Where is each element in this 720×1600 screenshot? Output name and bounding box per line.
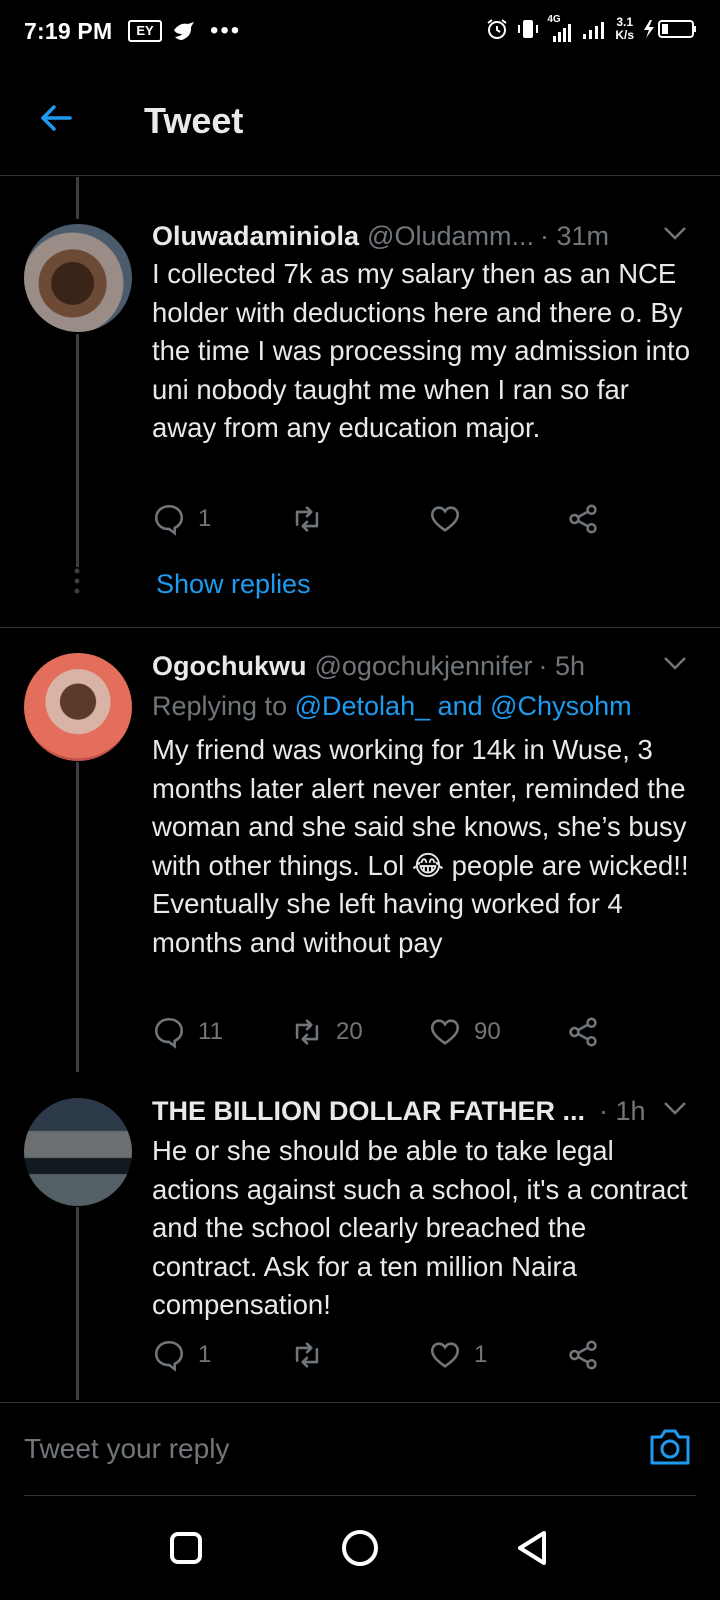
replying-to: Replying to @Detolah_ and @Chysohm xyxy=(152,691,632,721)
reply-count: 1 xyxy=(198,1341,212,1368)
reply-button[interactable]: 11 xyxy=(152,1015,223,1049)
battery-charging-icon xyxy=(644,20,696,38)
retweet-button[interactable]: 20 xyxy=(290,1015,363,1049)
avatar[interactable] xyxy=(24,224,132,332)
retweet-icon xyxy=(295,1019,319,1045)
tweet-text: My friend was working for 14k in Wuse, 3… xyxy=(152,734,689,958)
vibrate-icon xyxy=(518,20,539,38)
avatar[interactable] xyxy=(24,653,132,761)
like-button[interactable]: 90 xyxy=(428,1015,501,1049)
retweet-icon xyxy=(295,1342,319,1368)
page-title: Tweet xyxy=(144,100,244,141)
tweet-text: He or she should be able to take legal a… xyxy=(152,1135,688,1320)
tweet-time: · 5h xyxy=(538,651,586,681)
tweet-actions: 1 xyxy=(152,502,612,542)
divider xyxy=(0,627,720,628)
share-icon xyxy=(569,1017,597,1047)
like-button[interactable] xyxy=(428,502,474,536)
reply-icon xyxy=(154,1017,184,1049)
more-notifications-icon: ••• xyxy=(210,17,242,44)
author-handle: @ogochukjennifer xyxy=(314,651,533,681)
status-time: 7:19 PM xyxy=(24,18,113,44)
chevron-down-icon[interactable] xyxy=(662,1098,688,1118)
status-bar: 7:19 PM EY ••• 4G 3.1 K/s xyxy=(0,0,720,64)
back-arrow-icon[interactable] xyxy=(36,98,76,138)
home-circle-icon[interactable] xyxy=(338,1526,382,1570)
share-icon xyxy=(569,1340,597,1370)
retweet-count: 20 xyxy=(336,1018,363,1045)
heart-icon xyxy=(430,1019,460,1045)
camera-icon[interactable] xyxy=(648,1427,692,1467)
thread-line xyxy=(76,1207,79,1400)
thread-line xyxy=(76,334,79,567)
network-speed: 3.1 K/s xyxy=(615,15,634,42)
tweet-text: I collected 7k as my salary then as an N… xyxy=(152,258,690,443)
reply-composer: Tweet your reply xyxy=(0,1402,720,1497)
signal-icon xyxy=(583,22,605,39)
tweet-actions: 11 20 90 xyxy=(152,1015,612,1055)
app-header: Tweet xyxy=(0,64,720,176)
share-icon xyxy=(569,504,597,534)
recents-square-icon[interactable] xyxy=(164,1526,208,1570)
like-count: 1 xyxy=(474,1341,488,1368)
share-button[interactable] xyxy=(566,1338,600,1372)
heart-icon xyxy=(430,1342,460,1368)
app-notification-icon xyxy=(174,22,194,40)
reply-count: 11 xyxy=(198,1018,223,1045)
author-name[interactable]: Oluwadaminiola xyxy=(152,221,359,252)
signal-4g-icon: 4G xyxy=(547,14,575,42)
avatar[interactable] xyxy=(24,1098,132,1206)
reply-icon xyxy=(154,1340,184,1372)
chevron-down-icon[interactable] xyxy=(662,223,688,243)
author-handle: @Oludamm... xyxy=(367,221,534,251)
retweet-button[interactable] xyxy=(290,502,336,536)
thread-line xyxy=(76,762,79,1072)
tweet-time: · 1h xyxy=(598,1096,646,1126)
retweet-icon xyxy=(295,506,319,532)
thread-line xyxy=(76,177,79,219)
system-nav-bar xyxy=(0,1496,720,1600)
like-count: 90 xyxy=(474,1018,501,1045)
retweet-button[interactable] xyxy=(290,1338,336,1372)
heart-icon xyxy=(430,506,460,532)
carrier-badge-icon: EY xyxy=(128,20,162,42)
reply-count: 1 xyxy=(198,505,212,532)
tweet-actions: 1 1 xyxy=(152,1338,612,1378)
back-triangle-icon[interactable] xyxy=(510,1526,554,1570)
reply-button[interactable]: 1 xyxy=(152,1338,211,1372)
tweet-time: · 31m xyxy=(540,221,610,251)
share-button[interactable] xyxy=(566,1015,600,1049)
replying-to-link[interactable]: @Detolah_ and @Chysohm xyxy=(295,691,632,721)
author-name[interactable]: THE BILLION DOLLAR FATHER ... xyxy=(152,1096,585,1127)
thread-ellipsis-icon xyxy=(74,568,80,594)
tweet-feed[interactable]: Oluwadaminiola @Oludamm... · 31m I colle… xyxy=(0,177,720,1400)
alarm-icon xyxy=(487,19,507,39)
share-button[interactable] xyxy=(566,502,600,536)
like-button[interactable]: 1 xyxy=(428,1338,487,1372)
reply-icon xyxy=(154,504,184,536)
reply-input[interactable]: Tweet your reply xyxy=(24,1433,229,1465)
reply-button[interactable]: 1 xyxy=(152,502,211,536)
chevron-down-icon[interactable] xyxy=(662,653,688,673)
author-name[interactable]: Ogochukwu xyxy=(152,651,307,682)
show-replies-link[interactable]: Show replies xyxy=(156,569,311,600)
